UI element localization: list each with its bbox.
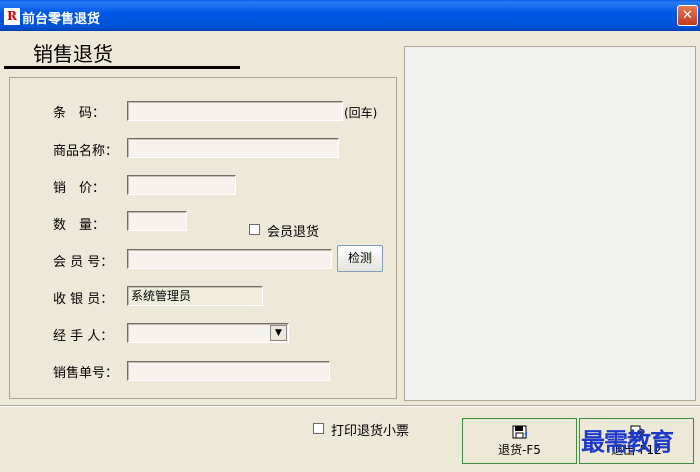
- check-member-button[interactable]: 检测: [337, 245, 383, 272]
- handler-label: 经 手 人：: [53, 329, 114, 344]
- return-button[interactable]: 退货-F5: [462, 418, 577, 464]
- app-icon: R: [4, 8, 20, 25]
- save-icon: [512, 425, 527, 439]
- detail-panel: [404, 46, 696, 401]
- cashier-field: 系统管理员: [127, 286, 263, 306]
- price-input[interactable]: [127, 175, 236, 195]
- member-return-label: 会员退货: [267, 225, 320, 240]
- print-receipt-label: 打印退货小票: [331, 424, 410, 439]
- barcode-input[interactable]: [127, 101, 343, 121]
- sale-no-label: 销售单号：: [53, 366, 119, 381]
- heading-underline: [4, 66, 240, 69]
- title-bar: R 前台零售退货 ✕: [0, 0, 700, 31]
- sale-no-input[interactable]: [127, 361, 330, 381]
- quantity-label: 数 量：: [53, 218, 106, 233]
- window-title: 前台零售退货: [22, 12, 101, 27]
- print-receipt-checkbox[interactable]: [313, 423, 324, 434]
- handler-select[interactable]: [127, 323, 289, 343]
- member-return-checkbox[interactable]: [249, 224, 260, 235]
- cashier-label: 收 银 员：: [53, 292, 114, 307]
- page-title: 销售退货: [33, 42, 113, 66]
- watermark: 最需教育: [581, 427, 674, 456]
- form-panel: [9, 77, 397, 399]
- quantity-input[interactable]: [127, 211, 187, 231]
- footer-divider: [0, 405, 700, 407]
- barcode-hint: (回车): [344, 106, 378, 120]
- member-no-input[interactable]: [127, 249, 332, 269]
- return-button-label: 退货-F5: [498, 443, 541, 457]
- price-label: 销 价：: [53, 181, 106, 196]
- barcode-label: 条 码：: [53, 106, 106, 121]
- member-no-label: 会 员 号：: [53, 255, 114, 270]
- chevron-down-icon[interactable]: ▼: [270, 325, 287, 341]
- product-name-label: 商品名称：: [53, 144, 119, 159]
- product-name-input[interactable]: [127, 138, 339, 158]
- close-button[interactable]: ✕: [677, 5, 698, 26]
